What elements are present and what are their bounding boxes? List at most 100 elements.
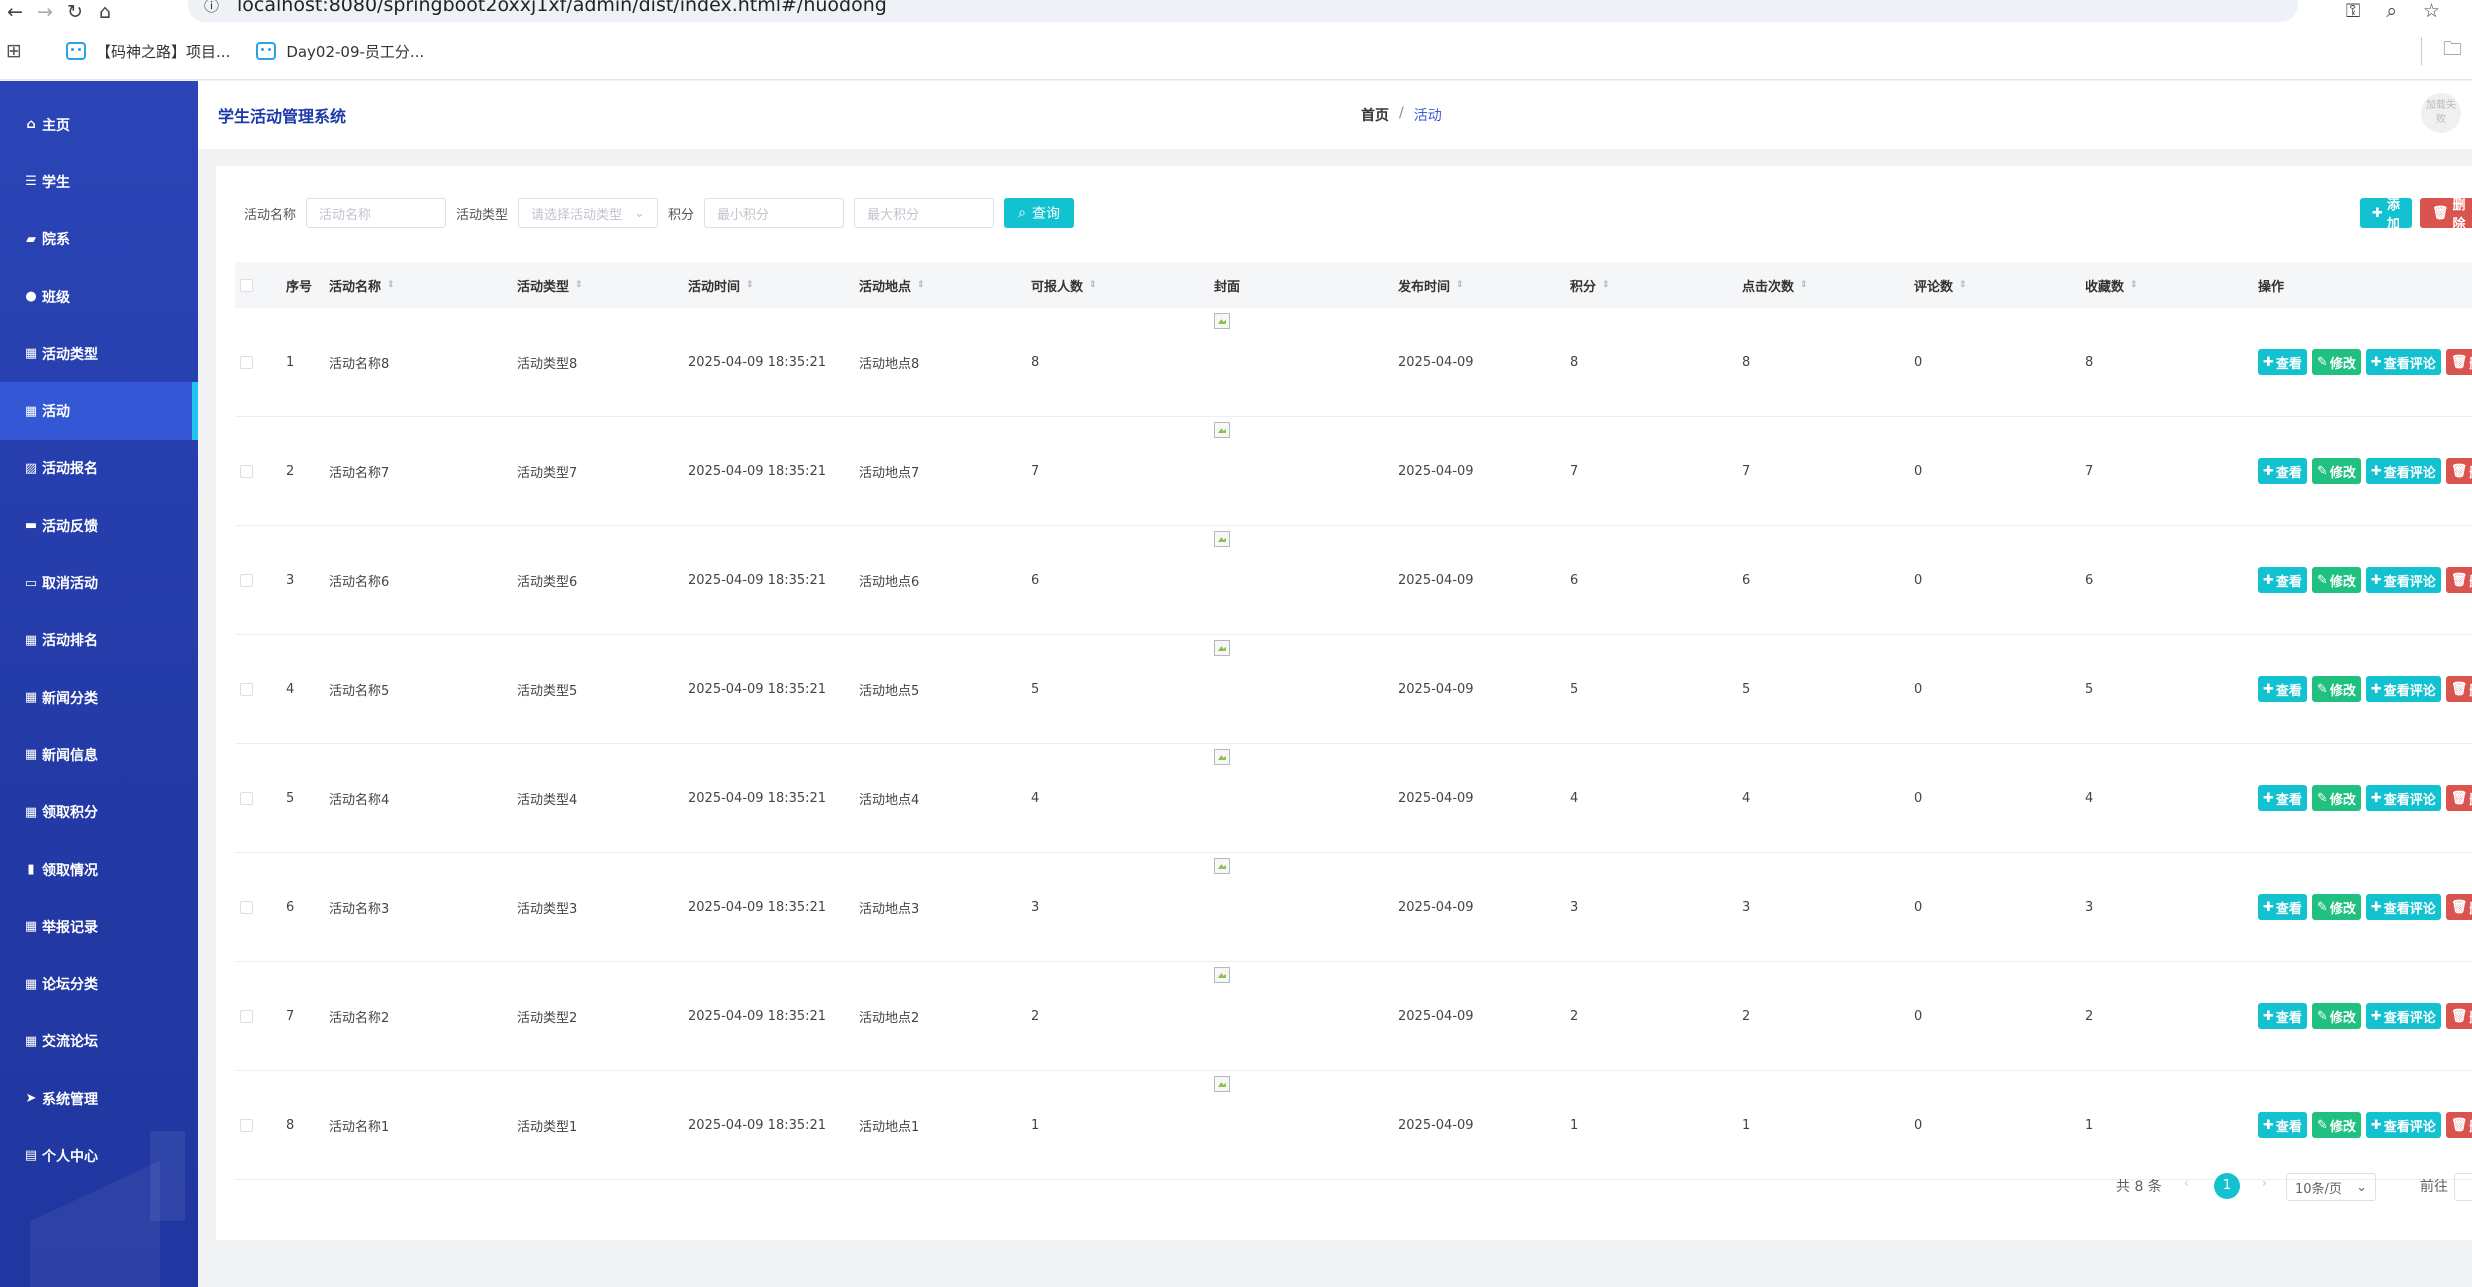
forward-icon[interactable]: →	[30, 1, 60, 23]
sidebar-item[interactable]: ▦ 活动	[0, 382, 198, 441]
sidebar-item[interactable]: ▦ 新闻信息	[0, 726, 198, 783]
view-button[interactable]: ✚ 查看	[2258, 1112, 2307, 1138]
site-info-icon[interactable]: ⓘ	[204, 0, 219, 16]
view-comments-button[interactable]: ✚ 查看评论	[2365, 1112, 2441, 1138]
sort-icon[interactable]: ⇕	[1089, 280, 1097, 290]
view-comments-button[interactable]: ✚ 查看评论	[2365, 894, 2441, 920]
sidebar-item[interactable]: ● 班级	[0, 268, 198, 325]
sidebar-item[interactable]: ▦ 领取积分	[0, 784, 198, 841]
home-icon[interactable]: ⌂	[90, 1, 120, 23]
row-checkbox[interactable]	[240, 464, 253, 478]
add-button[interactable]: ✚ 添加	[2360, 198, 2412, 232]
view-button[interactable]: ✚ 查看	[2258, 676, 2307, 702]
apps-grid-icon[interactable]: ⊞	[6, 40, 40, 62]
sidebar-item[interactable]: ▰ 院系	[0, 211, 198, 268]
delete-button[interactable]: 🗑删除	[2445, 567, 2472, 593]
sidebar-item[interactable]: ▦ 活动排名	[0, 612, 198, 669]
view-button[interactable]: ✚ 查看	[2258, 894, 2307, 920]
sidebar-item[interactable]: ▬ 活动反馈	[0, 497, 198, 554]
sort-icon[interactable]: ⇕	[387, 280, 395, 290]
sidebar-item[interactable]: ▦ 举报记录	[0, 898, 198, 955]
view-comments-button[interactable]: ✚ 查看评论	[2365, 567, 2441, 593]
sort-icon[interactable]: ⇕	[917, 280, 925, 290]
view-comments-button[interactable]: ✚ 查看评论	[2365, 1003, 2441, 1029]
key-icon[interactable]: ⚿	[2346, 0, 2360, 22]
edit-button[interactable]: ✎ 修改	[2311, 785, 2361, 811]
column-header[interactable]: 积分 ⇕	[1570, 262, 1610, 308]
back-icon[interactable]: ←	[0, 1, 30, 23]
column-header[interactable]: 可报人数 ⇕	[1031, 262, 1097, 308]
edit-button[interactable]: ✎ 修改	[2311, 349, 2361, 375]
url-field[interactable]: ⓘ localhost:8080/springboot2oxxj1xf/admi…	[188, 0, 2298, 22]
row-checkbox[interactable]	[240, 682, 253, 696]
sort-icon[interactable]: ⇕	[575, 280, 583, 290]
view-comments-button[interactable]: ✚ 查看评论	[2365, 349, 2441, 375]
breadcrumb-home[interactable]: 首页	[1361, 105, 1389, 125]
view-comments-button[interactable]: ✚ 查看评论	[2365, 458, 2441, 484]
delete-button[interactable]: 🗑删除	[2445, 676, 2472, 702]
view-button[interactable]: ✚ 查看	[2258, 785, 2307, 811]
row-checkbox[interactable]	[240, 1118, 253, 1132]
batch-delete-button[interactable]: 🗑 删除	[2419, 198, 2472, 232]
column-header[interactable]: 评论数 ⇕	[1914, 262, 1967, 308]
delete-button[interactable]: 🗑删除	[2445, 349, 2472, 375]
delete-button[interactable]: 🗑删除	[2445, 458, 2472, 484]
sidebar-item[interactable]: ▦ 新闻分类	[0, 669, 198, 726]
sidebar-item[interactable]: ▭ 取消活动	[0, 554, 198, 611]
view-button[interactable]: ✚ 查看	[2258, 349, 2307, 375]
sidebar-item[interactable]: ➤ 系统管理	[0, 1070, 198, 1127]
sort-icon[interactable]: ⇕	[2130, 280, 2138, 290]
edit-button[interactable]: ✎ 修改	[2311, 1003, 2361, 1029]
query-button[interactable]: ⌕ 查询	[1004, 198, 1075, 228]
sort-icon[interactable]: ⇕	[746, 280, 754, 290]
column-header[interactable]: 活动名称 ⇕	[329, 262, 395, 308]
edit-button[interactable]: ✎ 修改	[2311, 894, 2361, 920]
bookmark-item[interactable]: 【码神之路】项目...	[66, 41, 230, 62]
view-button[interactable]: ✚ 查看	[2258, 458, 2307, 484]
select-all-checkbox[interactable]	[240, 278, 253, 292]
column-header[interactable]: 发布时间 ⇕	[1398, 262, 1464, 308]
delete-button[interactable]: 🗑删除	[2445, 1112, 2472, 1138]
page-number[interactable]: 1	[2214, 1173, 2240, 1199]
sidebar-item[interactable]: ▮ 领取情况	[0, 841, 198, 898]
type-select[interactable]: 请选择活动类型 ⌄	[518, 198, 659, 228]
edit-button[interactable]: ✎ 修改	[2311, 676, 2361, 702]
sidebar-item[interactable]: ⌂ 主页	[0, 96, 198, 153]
edit-button[interactable]: ✎ 修改	[2311, 458, 2361, 484]
star-icon[interactable]: ☆	[2423, 0, 2440, 22]
page-size-select[interactable]: 10条/页 ⌄	[2286, 1173, 2376, 1201]
column-header[interactable]: 活动时间 ⇕	[688, 262, 754, 308]
sort-icon[interactable]: ⇕	[1456, 280, 1464, 290]
delete-button[interactable]: 🗑删除	[2445, 785, 2472, 811]
sidebar-item[interactable]: ▨ 活动报名	[0, 440, 198, 497]
column-header[interactable]: 活动类型 ⇕	[517, 262, 583, 308]
delete-button[interactable]: 🗑删除	[2445, 1003, 2472, 1029]
sidebar-item[interactable]: ▦ 活动类型	[0, 325, 198, 382]
view-comments-button[interactable]: ✚ 查看评论	[2365, 676, 2441, 702]
avatar[interactable]: 加载失败	[2421, 93, 2461, 133]
prev-page-icon[interactable]: ‹	[2184, 1176, 2189, 1190]
sidebar-item[interactable]: ▦ 论坛分类	[0, 955, 198, 1012]
bookmark-item[interactable]: Day02-09-员工分...	[256, 41, 424, 62]
column-header[interactable]: 活动地点 ⇕	[859, 262, 925, 308]
row-checkbox[interactable]	[240, 900, 253, 914]
sidebar-item[interactable]: ▤ 个人中心	[0, 1127, 198, 1184]
edit-button[interactable]: ✎ 修改	[2311, 567, 2361, 593]
column-header[interactable]: 点击次数 ⇕	[1742, 262, 1808, 308]
view-comments-button[interactable]: ✚ 查看评论	[2365, 785, 2441, 811]
sidebar-item[interactable]: ▦ 交流论坛	[0, 1013, 198, 1070]
delete-button[interactable]: 🗑删除	[2445, 894, 2472, 920]
column-header[interactable]: 收藏数 ⇕	[2085, 262, 2138, 308]
sidebar-item[interactable]: ☰ 学生	[0, 153, 198, 210]
view-button[interactable]: ✚ 查看	[2258, 567, 2307, 593]
row-checkbox[interactable]	[240, 791, 253, 805]
row-checkbox[interactable]	[240, 1009, 253, 1023]
row-checkbox[interactable]	[240, 573, 253, 587]
zoom-icon[interactable]: ⌕	[2386, 0, 2397, 22]
name-search-input[interactable]: 活动名称	[306, 198, 447, 228]
next-page-icon[interactable]: ›	[2262, 1176, 2267, 1190]
folder-icon[interactable]: 🗀	[2443, 35, 2462, 67]
edit-button[interactable]: ✎ 修改	[2311, 1112, 2361, 1138]
sort-icon[interactable]: ⇕	[1602, 280, 1610, 290]
max-score-input[interactable]: 最大积分	[854, 198, 995, 228]
